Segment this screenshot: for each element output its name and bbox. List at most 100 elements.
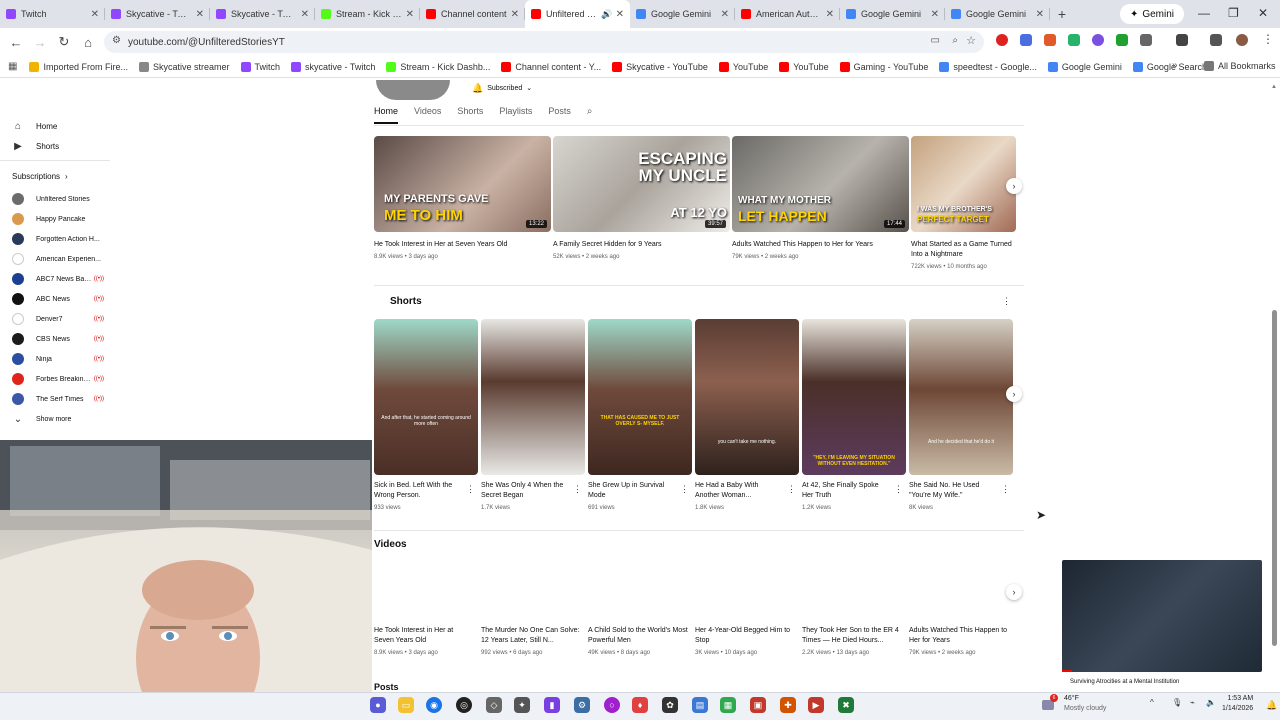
subscription-item[interactable]: ABC News ((•)) [12,293,104,305]
new-tab-button[interactable]: + [1050,6,1074,22]
video-thumbnail[interactable]: I WAS MY BROTHER'S PERFECT TARGET [911,136,1016,232]
video-title[interactable]: The Murder No One Can Solve: 12 Years La… [481,626,581,646]
short-title[interactable]: At 42, She Finally Spoke Her Truth [802,481,890,501]
zoom-icon[interactable]: ⌕ [952,35,958,46]
video-title[interactable]: What Started as a Game Turned Into a Nig… [911,240,1019,260]
subscription-item[interactable]: CBS News ((•)) [12,333,104,345]
short-title[interactable]: Sick in Bed. Left With the Wrong Person. [374,481,462,501]
browser-tab[interactable]: Google Gemini ✕ [945,0,1050,28]
video-title[interactable]: A Family Secret Hidden for 9 Years [553,240,730,250]
mini-player-title[interactable]: Surviving Atrocities at a Mental Institu… [1070,679,1179,685]
download-icon[interactable] [1116,34,1128,46]
show-more-button[interactable]: ⌄ Show more [12,413,72,425]
more-options-icon[interactable]: ⋮ [894,484,903,495]
more-options-icon[interactable]: ⋮ [466,484,475,495]
browser-tab[interactable]: Google Gemini ✕ [840,0,945,28]
close-tab-icon[interactable]: ✕ [931,9,939,20]
close-tab-icon[interactable]: ✕ [91,9,99,20]
more-options-icon[interactable]: ⋮ [573,484,582,495]
cast-icon[interactable]: ▭ [931,35,940,46]
app-icon[interactable]: ◇ [486,697,502,713]
close-tab-icon[interactable]: ✕ [196,9,204,20]
close-tab-icon[interactable]: ✕ [406,9,414,20]
channel-search-icon[interactable]: ⌕ [587,106,593,124]
subscribed-button[interactable]: 🔔 Subscribed ⌄ [466,81,538,95]
extensions-puzzle-icon[interactable] [1140,34,1152,46]
bookmark-item[interactable]: Skycative - YouTube [612,61,708,72]
app-icon[interactable]: ✦ [514,697,530,713]
next-arrow-button[interactable]: › [1006,584,1022,600]
browser-tab[interactable]: American Authorities✕ [735,0,840,28]
sidebar-item-home[interactable]: ⌂ Home [12,120,57,132]
next-arrow-button[interactable]: › [1006,386,1022,402]
subscription-item[interactable]: Happy Pancake [12,213,104,225]
notification-bell-icon[interactable]: 🔔 [1266,700,1277,711]
bookmark-star-icon[interactable]: ☆ [966,34,976,47]
video-thumbnail[interactable]: ESCAPING MY UNCLE AT 12 YO 39:57 [553,136,730,232]
subscriptions-header[interactable]: Subscriptions › [12,172,68,181]
settings-gear-icon[interactable]: ⚙ [574,697,590,713]
close-tab-icon[interactable]: ✕ [616,9,624,20]
url-input[interactable]: ⚙ youtube.com/@UnfilteredStoriesYT ▭ ⌕ ☆ [104,31,984,53]
short-title[interactable]: She Was Only 4 When the Secret Began [481,481,569,501]
tab-posts[interactable]: Posts [548,106,571,124]
tray-chevron-icon[interactable]: ^ [1150,698,1154,707]
video-thumbnail[interactable]: MY PARENTS GAVE ME TO HIM 13:22 [374,136,551,232]
app-icon[interactable]: ▣ [750,697,766,713]
close-tab-icon[interactable]: ✕ [511,9,519,20]
subscription-item[interactable]: Unfiltered Stories [12,193,104,205]
sidepanel-icon[interactable] [1176,34,1188,46]
short-thumbnail[interactable]: THAT HAS CAUSED ME TO JUST OVERLY S- MYS… [588,319,692,475]
app-icon[interactable]: ▶ [808,697,824,713]
bookmark-item[interactable]: YouTube [718,61,768,72]
bookmark-item[interactable]: Stream - Kick Dashb... [386,61,490,72]
scroll-up-icon[interactable]: ▲ [1271,84,1277,90]
video-title[interactable]: Her 4-Year-Old Begged Him to Stop [695,626,795,646]
more-options-icon[interactable]: ⋮ [1001,484,1010,495]
media-controls-icon[interactable] [1210,34,1222,46]
apps-grid-icon[interactable]: ▦ [8,61,17,72]
file-explorer-icon[interactable]: ▭ [398,697,414,713]
app-icon[interactable]: ✚ [780,697,796,713]
video-title[interactable]: He Took Interest in Her at Seven Years O… [374,626,474,646]
app-icon[interactable]: ✿ [662,697,678,713]
browser-tab[interactable]: Twitch ✕ [0,0,105,28]
mini-player[interactable] [1062,560,1262,672]
subscription-item[interactable]: American Experien... [12,253,104,265]
channel-avatar[interactable] [376,80,450,100]
bookmark-item[interactable]: Google Search [1132,61,1207,72]
extension-icon[interactable] [996,34,1008,46]
video-title[interactable]: He Took Interest in Her at Seven Years O… [374,240,551,250]
short-thumbnail[interactable]: And after that, he started coming around… [374,319,478,475]
video-title[interactable]: They Took Her Son to the ER 4 Times — He… [802,626,902,646]
menu-kebab-icon[interactable]: ⋮ [1262,32,1274,46]
browser-tab[interactable]: Stream - Kick Dashboard✕ [315,0,420,28]
close-tab-icon[interactable]: ✕ [721,9,729,20]
subscription-item[interactable]: Ninja ((•)) [12,353,104,365]
close-tab-icon[interactable]: ✕ [301,9,309,20]
app-icon[interactable]: ♦ [632,697,648,713]
reload-icon[interactable]: ↻ [52,34,76,50]
microphone-icon[interactable]: 🎙 [1172,698,1182,707]
extension-icon[interactable] [1044,34,1056,46]
forward-icon[interactable]: → [28,35,52,50]
video-thumbnail[interactable]: WHAT MY MOTHER LET HAPPEN 17:44 [732,136,909,232]
subscription-item[interactable]: Forgotten Action H... [12,233,104,245]
tab-videos[interactable]: Videos [414,106,441,124]
gemini-button[interactable]: ✦ Gemini [1120,4,1184,24]
app-icon[interactable]: ○ [604,697,620,713]
browser-tab-active[interactable]: Unfiltered Stories🔊✕ [525,0,630,28]
speaker-icon[interactable]: 🔊 [601,9,612,20]
short-title[interactable]: She Said No. He Used "You're My Wife." [909,481,997,501]
short-title[interactable]: He Had a Baby With Another Woman... [695,481,783,501]
next-arrow-button[interactable]: › [1006,178,1022,194]
short-thumbnail[interactable]: And he decided that he'd do it [909,319,1013,475]
app-icon[interactable]: ▤ [692,697,708,713]
bookmark-item[interactable]: Skycative streamer [138,61,230,72]
minimize-icon[interactable]: — [1198,6,1210,20]
bookmark-item[interactable]: skycative - Twitch [291,61,375,72]
more-options-icon[interactable]: ⋮ [680,484,689,495]
discord-icon[interactable]: ● [370,697,386,713]
extension-icon[interactable] [1068,34,1080,46]
bookmark-item[interactable]: speedtest - Google... [939,61,1037,72]
